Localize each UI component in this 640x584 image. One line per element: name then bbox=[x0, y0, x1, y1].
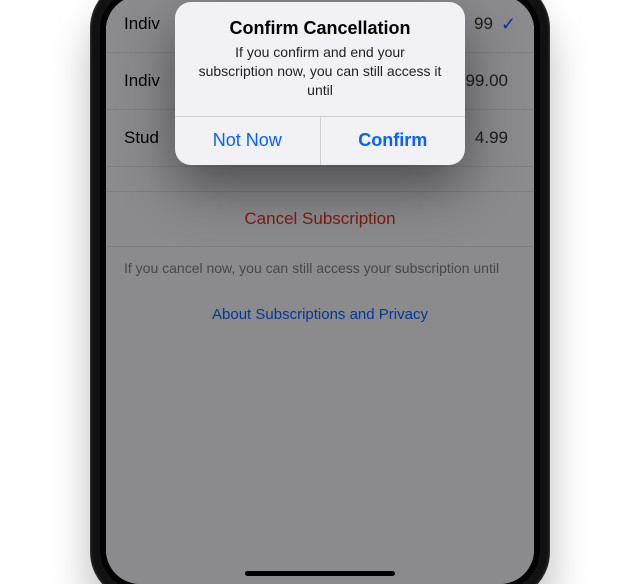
not-now-label: Not Now bbox=[213, 130, 282, 151]
confirm-cancel-alert: Confirm Cancellation If you confirm and … bbox=[175, 2, 465, 165]
not-now-button[interactable]: Not Now bbox=[175, 117, 321, 165]
confirm-label: Confirm bbox=[358, 130, 427, 151]
home-indicator[interactable] bbox=[245, 571, 395, 576]
phone-frame: Indiv 99 ✓ Indiv 99.00 Stud 4.99 Cancel bbox=[90, 0, 550, 584]
alert-title: Confirm Cancellation bbox=[191, 18, 449, 39]
phone-bezel: Indiv 99 ✓ Indiv 99.00 Stud 4.99 Cancel bbox=[100, 0, 540, 584]
screen: Indiv 99 ✓ Indiv 99.00 Stud 4.99 Cancel bbox=[106, 0, 534, 584]
confirm-button[interactable]: Confirm bbox=[321, 117, 466, 165]
alert-body: If you confirm and end your subscription… bbox=[197, 43, 443, 100]
alert-buttons: Not Now Confirm bbox=[175, 116, 465, 165]
